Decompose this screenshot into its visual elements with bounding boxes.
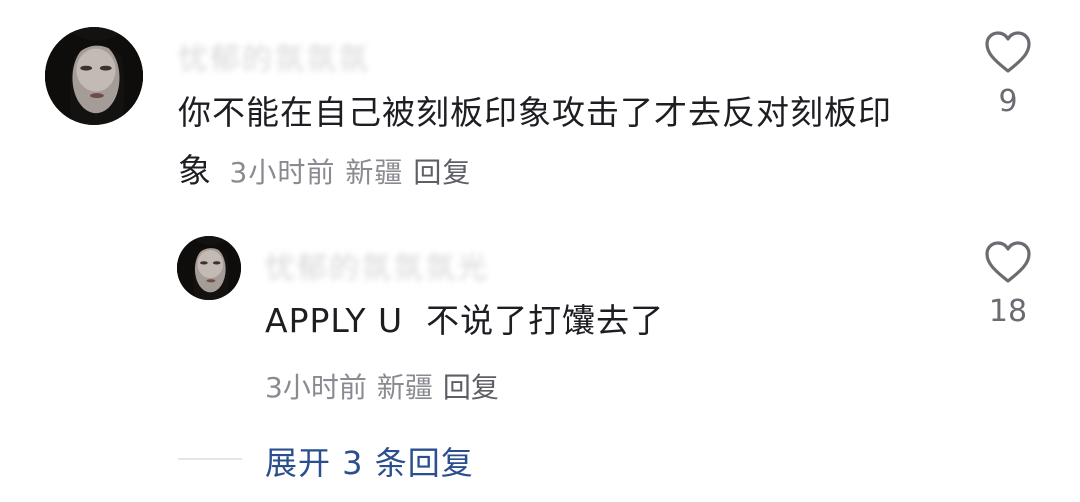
reply-location: 新疆 <box>376 371 433 404</box>
comment-reply-button[interactable]: 回复 <box>413 156 471 189</box>
comment-location: 新疆 <box>345 156 404 189</box>
reply-avatar[interactable] <box>177 236 241 300</box>
avatar-image <box>45 27 143 125</box>
reply-time: 3小时前 <box>265 371 367 404</box>
reply-meta: 3小时前 新疆 回复 <box>265 366 509 406</box>
reply-text: APPLY U 不说了打馕去了 <box>265 301 665 340</box>
reply-like-count: 18 <box>988 294 1028 329</box>
reply-reply-button[interactable]: 回复 <box>443 371 499 404</box>
comment-meta: 3小时前 新疆 回复 <box>230 156 482 189</box>
comment-time: 3小时前 <box>229 156 336 189</box>
avatar-image <box>177 236 241 300</box>
comment-text: 你不能在自己被刻板印象攻击了才去反对刻板印象 3小时前 新疆 回复 <box>178 84 918 202</box>
comment-like-count: 9 <box>998 84 1018 119</box>
heart-outline-icon <box>985 241 1031 283</box>
expand-divider <box>178 458 242 460</box>
expand-replies-label: 展开 3 条回复 <box>265 444 474 482</box>
comment-username[interactable]: 忧郁的氛氛氛 <box>178 34 370 78</box>
reply-username[interactable]: 忧郁的氛氛氛光 <box>265 243 489 287</box>
avatar[interactable] <box>45 27 143 125</box>
reply-like-button[interactable]: 18 <box>978 240 1038 329</box>
expand-replies-button[interactable]: 展开 3 条回复 <box>265 438 474 484</box>
heart-outline-icon <box>985 31 1031 73</box>
comment-like-button[interactable]: 9 <box>978 30 1038 119</box>
